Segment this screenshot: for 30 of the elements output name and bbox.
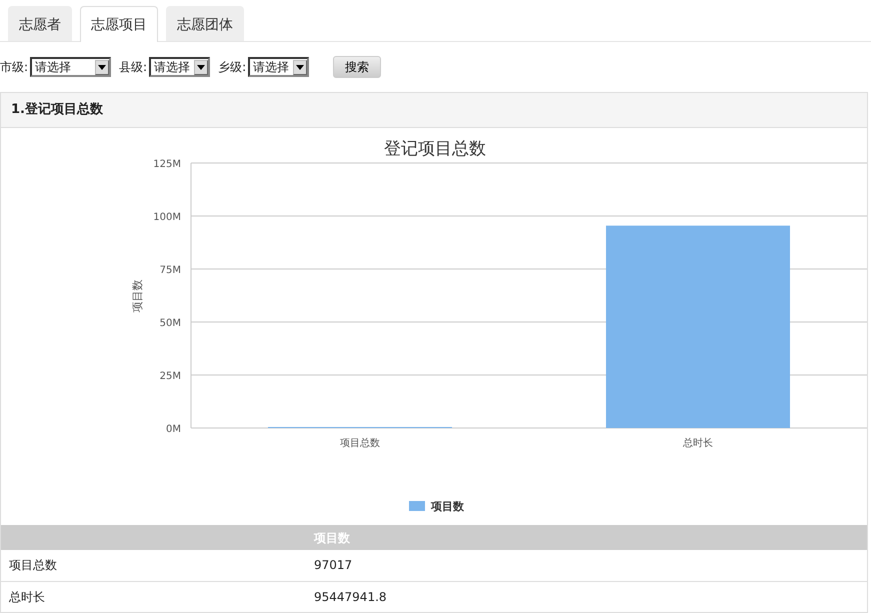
legend-label[interactable]: 项目数 bbox=[431, 500, 464, 513]
table-cell: 97017 bbox=[306, 550, 867, 581]
y-tick-label: 50M bbox=[160, 318, 181, 329]
y-tick-label: 125M bbox=[153, 159, 181, 170]
dropdown-arrow-icon bbox=[98, 64, 106, 70]
tab[interactable]: 志愿团体 bbox=[166, 6, 244, 41]
legend-swatch bbox=[409, 501, 425, 511]
filter-label: 县级: bbox=[119, 59, 148, 76]
y-tick-label: 0M bbox=[166, 424, 181, 435]
y-tick-label: 25M bbox=[160, 371, 181, 382]
select-field[interactable]: 请选择 bbox=[248, 57, 310, 77]
chart-title: 登记项目总数 bbox=[384, 139, 486, 159]
x-tick-label: 总时长 bbox=[683, 438, 713, 449]
tab[interactable]: 志愿项目 bbox=[80, 6, 158, 42]
filter-label: 乡级: bbox=[218, 59, 246, 76]
select-field[interactable]: 请选择 bbox=[149, 57, 210, 77]
x-tick-label: 项目总数 bbox=[340, 438, 380, 449]
y-tick-label: 100M bbox=[153, 212, 181, 223]
search-button[interactable]: 搜索 bbox=[333, 56, 382, 78]
dropdown-arrow-icon bbox=[197, 64, 206, 70]
dropdown-arrow-icon bbox=[296, 64, 304, 70]
table-cell: 项目总数 bbox=[1, 550, 306, 581]
panel-title: 1.登记项目总数 bbox=[1, 93, 867, 128]
y-tick-label: 75M bbox=[160, 265, 181, 276]
table-cell: 总时长 bbox=[1, 581, 306, 612]
select-field[interactable]: 请选择 bbox=[30, 57, 112, 77]
y-axis-label: 项目数 bbox=[131, 280, 144, 312]
table-cell: 95447941.8 bbox=[306, 581, 867, 612]
tab[interactable]: 志愿者 bbox=[8, 6, 72, 41]
filter-label: 市级: bbox=[0, 59, 28, 76]
